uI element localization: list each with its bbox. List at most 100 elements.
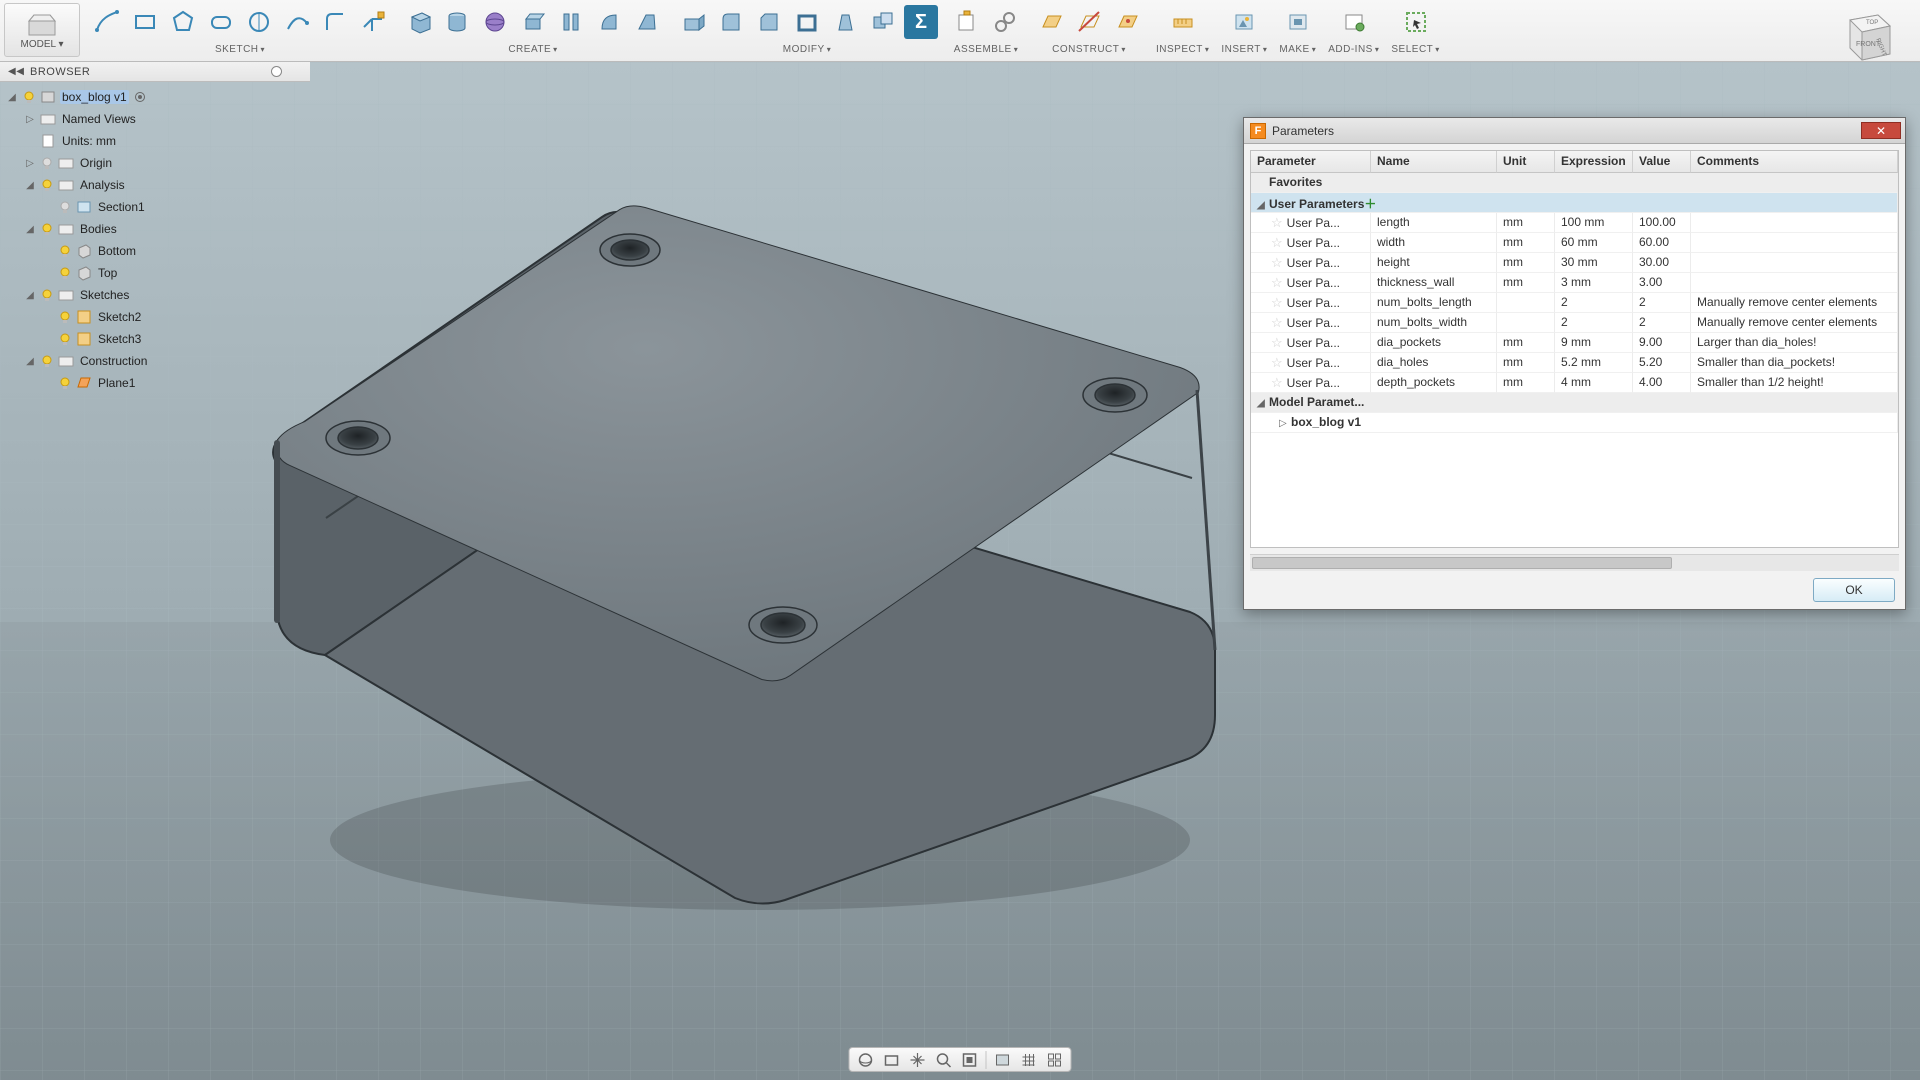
modify-group-label: MODIFY: [783, 44, 825, 55]
create-box-icon[interactable]: [402, 5, 436, 39]
modify-fillet-icon[interactable]: [714, 5, 748, 39]
construct-group-label: CONSTRUCT: [1052, 44, 1119, 55]
body-icon: [76, 243, 92, 259]
favorite-star-icon[interactable]: ☆: [1271, 375, 1283, 391]
toolbar-group-sketch: SKETCH: [84, 0, 396, 61]
param-row[interactable]: ☆User Pa...num_bolts_width22Manually rem…: [1251, 313, 1898, 333]
grid-horizontal-scrollbar[interactable]: [1250, 554, 1899, 571]
sketch-arc-icon[interactable]: [280, 5, 314, 39]
browser-settings-icon[interactable]: [271, 66, 282, 77]
param-row[interactable]: ☆User Pa...dia_pocketsmm9 mm9.00Larger t…: [1251, 333, 1898, 353]
favorite-star-icon[interactable]: ☆: [1271, 315, 1283, 331]
param-row[interactable]: ☆User Pa...num_bolts_length22Manually re…: [1251, 293, 1898, 313]
col-comments[interactable]: Comments: [1691, 151, 1898, 173]
create-sphere-icon[interactable]: [478, 5, 512, 39]
zoom-icon[interactable]: [932, 1049, 956, 1071]
modify-shell-icon[interactable]: [790, 5, 824, 39]
viewports-icon[interactable]: [1043, 1049, 1067, 1071]
lightbulb-icon[interactable]: [40, 178, 54, 192]
param-row[interactable]: ☆User Pa...depth_pocketsmm4 mm4.00Smalle…: [1251, 373, 1898, 393]
select-icon[interactable]: [1399, 5, 1433, 39]
modify-draft-icon[interactable]: [828, 5, 862, 39]
favorite-star-icon[interactable]: ☆: [1271, 255, 1283, 271]
parameters-grid[interactable]: Parameter Name Unit Expression Value Com…: [1250, 150, 1899, 548]
fit-icon[interactable]: [958, 1049, 982, 1071]
create-revolve-icon[interactable]: [554, 5, 588, 39]
lightbulb-icon[interactable]: [58, 310, 72, 324]
col-value[interactable]: Value: [1633, 151, 1691, 173]
modify-presspull-icon[interactable]: [676, 5, 710, 39]
favorite-star-icon[interactable]: ☆: [1271, 235, 1283, 251]
create-cylinder-icon[interactable]: [440, 5, 474, 39]
model-3d-box[interactable]: [230, 130, 1240, 960]
modify-chamfer-icon[interactable]: [752, 5, 786, 39]
favorite-star-icon[interactable]: ☆: [1271, 215, 1283, 231]
grid-display-icon[interactable]: [1017, 1049, 1041, 1071]
row-favorites[interactable]: Favorites: [1251, 173, 1898, 193]
favorite-star-icon[interactable]: ☆: [1271, 295, 1283, 311]
param-row[interactable]: ☆User Pa...lengthmm100 mm100.00: [1251, 213, 1898, 233]
favorite-star-icon[interactable]: ☆: [1271, 275, 1283, 291]
tree-named-views[interactable]: ▷Named Views: [6, 108, 316, 130]
favorite-star-icon[interactable]: ☆: [1271, 335, 1283, 351]
folder-icon: [40, 111, 56, 127]
modify-combine-icon[interactable]: [866, 5, 900, 39]
col-expression[interactable]: Expression: [1555, 151, 1633, 173]
sketch-line-icon[interactable]: [90, 5, 124, 39]
modify-parameters-icon[interactable]: Σ: [904, 5, 938, 39]
lightbulb-icon[interactable]: [58, 200, 72, 214]
tree-root[interactable]: ◢ box_blog v1: [6, 86, 316, 108]
lightbulb-icon[interactable]: [40, 222, 54, 236]
create-loft-icon[interactable]: [630, 5, 664, 39]
sketch-fillet-icon[interactable]: [318, 5, 352, 39]
sketch-trim-icon[interactable]: [356, 5, 390, 39]
param-row[interactable]: ☆User Pa...thickness_wallmm3 mm3.00: [1251, 273, 1898, 293]
row-model-child[interactable]: ▷box_blog v1: [1251, 413, 1898, 433]
lightbulb-icon[interactable]: [22, 90, 36, 104]
assemble-joint-icon[interactable]: [988, 5, 1022, 39]
activate-radio-icon[interactable]: [135, 92, 145, 102]
pan-icon[interactable]: [906, 1049, 930, 1071]
orbit-icon[interactable]: [854, 1049, 878, 1071]
browser-collapse-icon[interactable]: ◀◀: [8, 66, 24, 77]
toolbar-group-insert: INSERT: [1215, 0, 1273, 61]
ok-button[interactable]: OK: [1813, 578, 1895, 602]
parameters-titlebar[interactable]: F Parameters ✕: [1244, 118, 1905, 144]
lightbulb-icon[interactable]: [58, 266, 72, 280]
favorite-star-icon[interactable]: ☆: [1271, 355, 1283, 371]
sketch-circle-icon[interactable]: [204, 5, 238, 39]
sketch-polygon-icon[interactable]: [166, 5, 200, 39]
sketch-icon: [76, 331, 92, 347]
insert-decal-icon[interactable]: [1227, 5, 1261, 39]
col-parameter[interactable]: Parameter: [1251, 151, 1371, 173]
row-model-parameters[interactable]: ◢Model Paramet...: [1251, 393, 1898, 413]
sketch-rectangle-icon[interactable]: [128, 5, 162, 39]
lookat-icon[interactable]: [880, 1049, 904, 1071]
display-style-icon[interactable]: [991, 1049, 1015, 1071]
param-row[interactable]: ☆User Pa...widthmm60 mm60.00: [1251, 233, 1898, 253]
row-user-parameters[interactable]: ◢User Parameters＋: [1251, 193, 1898, 213]
construct-point-icon[interactable]: [1110, 5, 1144, 39]
lightbulb-icon[interactable]: [58, 244, 72, 258]
lightbulb-icon[interactable]: [40, 288, 54, 302]
assemble-new-icon[interactable]: [950, 5, 984, 39]
sketch-ellipse-icon[interactable]: [242, 5, 276, 39]
create-sweep-icon[interactable]: [592, 5, 626, 39]
col-unit[interactable]: Unit: [1497, 151, 1555, 173]
viewcube[interactable]: FRONT TOP RIGHT: [1830, 8, 1900, 68]
make-3dprint-icon[interactable]: [1281, 5, 1315, 39]
param-row[interactable]: ☆User Pa...dia_holesmm5.2 mm5.20Smaller …: [1251, 353, 1898, 373]
lightbulb-icon[interactable]: [58, 376, 72, 390]
create-extrude-icon[interactable]: [516, 5, 550, 39]
construct-plane-icon[interactable]: [1034, 5, 1068, 39]
lightbulb-icon[interactable]: [58, 332, 72, 346]
workspace-model-button[interactable]: MODEL ▾: [4, 3, 80, 57]
addins-scripts-icon[interactable]: [1337, 5, 1371, 39]
lightbulb-icon[interactable]: [40, 354, 54, 368]
col-name[interactable]: Name: [1371, 151, 1497, 173]
param-row[interactable]: ☆User Pa...heightmm30 mm30.00: [1251, 253, 1898, 273]
close-button[interactable]: ✕: [1861, 122, 1901, 139]
lightbulb-icon[interactable]: [40, 156, 54, 170]
inspect-measure-icon[interactable]: [1166, 5, 1200, 39]
construct-axis-icon[interactable]: [1072, 5, 1106, 39]
